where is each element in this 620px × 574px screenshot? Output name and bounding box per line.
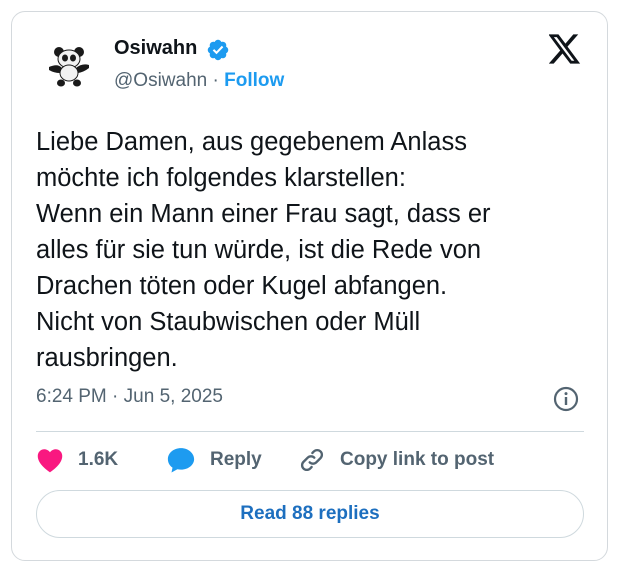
verified-badge-icon: [207, 39, 229, 61]
author-handle-row: @Osiwahn · Follow: [114, 70, 284, 92]
reply-button[interactable]: Reply: [166, 444, 262, 476]
action-bar: 1.6K Reply Copy link to post: [36, 444, 584, 476]
handle-separator: ·: [212, 70, 219, 91]
like-count: 1.6K: [78, 449, 119, 470]
panda-avatar-icon[interactable]: [46, 43, 92, 89]
heart-icon: [37, 449, 63, 473]
tweet-line: alles für sie tun würde, ist die Rede vo…: [36, 236, 482, 264]
tweet-text: Liebe Damen, aus gegebenem Anlass möchte…: [36, 124, 596, 376]
author-display-name[interactable]: Osiwahn: [114, 37, 197, 60]
x-logo-icon[interactable]: [549, 34, 581, 64]
read-replies-label: Read 88 replies: [240, 503, 380, 524]
follow-link[interactable]: Follow: [224, 70, 284, 91]
link-icon: [300, 448, 324, 472]
author-handle[interactable]: @Osiwahn: [114, 70, 207, 91]
reply-bubble-icon: [167, 448, 195, 473]
tweet-line: rausbringen.: [36, 344, 178, 372]
tweet-line: möchte ich folgendes klarstellen:: [36, 164, 406, 192]
tweet-time: 6:24 PM: [36, 386, 107, 407]
read-replies-button[interactable]: Read 88 replies: [36, 490, 584, 538]
tweet-timestamp[interactable]: 6:24 PM · Jun 5, 2025: [36, 386, 223, 408]
copy-link-label: Copy link to post: [340, 449, 495, 470]
info-icon[interactable]: [552, 385, 580, 413]
tweet-line: Wenn ein Mann einer Frau sagt, dass er: [36, 200, 491, 228]
tweet-date: Jun 5, 2025: [123, 386, 223, 407]
copy-link-button[interactable]: Copy link to post: [298, 444, 494, 476]
meta-separator: ·: [112, 386, 119, 407]
tweet-line: Nicht von Staubwischen oder Müll: [36, 308, 421, 336]
reply-label: Reply: [210, 449, 262, 470]
tweet-line: Drachen töten oder Kugel abfangen.: [36, 272, 448, 300]
divider: [36, 431, 584, 432]
like-button[interactable]: 1.6K: [36, 444, 118, 476]
tweet-line: Liebe Damen, aus gegebenem Anlass: [36, 128, 467, 156]
